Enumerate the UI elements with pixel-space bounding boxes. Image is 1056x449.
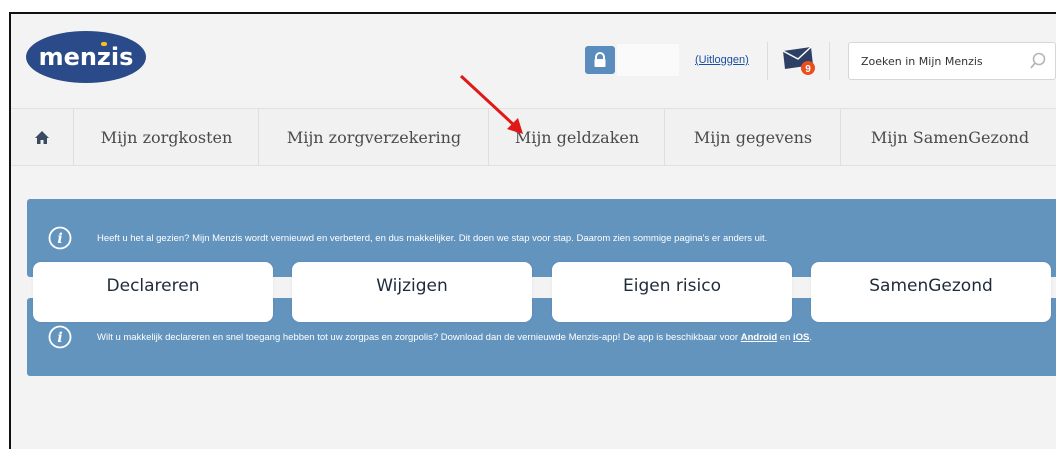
lock-icon — [594, 52, 606, 67]
logout-link[interactable]: (Uitloggen) — [695, 54, 749, 66]
nav-item-zorgkosten[interactable]: Mijn zorgkosten — [73, 109, 259, 165]
nav-item-samengezond[interactable]: Mijn SamenGezond — [840, 109, 1056, 165]
card-samengezond[interactable]: SamenGezond — [811, 262, 1051, 322]
svg-text:i: i — [57, 231, 62, 247]
notice-text: Heeft u het al gezien? Mijn Menzis wordt… — [97, 233, 768, 244]
search-icon[interactable] — [1029, 52, 1047, 70]
main-nav: Mijn zorgkosten Mijn zorgverzekering Mij… — [11, 108, 1056, 166]
card-label: Eigen risico — [623, 276, 721, 296]
mail-icon[interactable]: 9 — [781, 45, 817, 75]
mail-badge-count: 9 — [805, 64, 811, 75]
android-link[interactable]: Android — [741, 332, 777, 343]
red-arrow-annotation — [459, 74, 523, 134]
nav-item-zorgverzekering[interactable]: Mijn zorgverzekering — [258, 109, 489, 165]
menzis-logo[interactable]: menzis — [25, 29, 147, 85]
card-eigen-risico[interactable]: Eigen risico — [552, 262, 792, 322]
username-display — [617, 44, 679, 76]
notice-text-before: Wilt u makkelijk declareren en snel toeg… — [97, 332, 741, 343]
info-icon: i — [48, 226, 72, 250]
divider — [767, 42, 768, 80]
top-header: menzis (Uitloggen) 9 Zoeken in Mijn Menz… — [11, 14, 1056, 108]
svg-text:menzis: menzis — [39, 43, 134, 71]
card-declareren[interactable]: Declareren — [33, 262, 273, 322]
info-icon: i — [48, 325, 72, 349]
nav-item-gegevens[interactable]: Mijn gegevens — [664, 109, 841, 165]
lock-button[interactable] — [585, 46, 615, 74]
ios-link[interactable]: iOS — [793, 332, 809, 343]
card-wijzigen[interactable]: Wijzigen — [292, 262, 532, 322]
notice-text-after: . — [809, 332, 813, 343]
card-label: Declareren — [106, 276, 200, 296]
search-input[interactable]: Zoeken in Mijn Menzis — [848, 42, 1056, 80]
card-label: Wijzigen — [376, 276, 448, 296]
divider — [829, 42, 830, 80]
notice-text-middle: en — [777, 332, 794, 343]
browser-frame: menzis (Uitloggen) 9 Zoeken in Mijn Menz… — [9, 12, 1056, 449]
home-icon — [35, 130, 49, 144]
card-label: SamenGezond — [869, 276, 993, 296]
search-placeholder: Zoeken in Mijn Menzis — [861, 55, 983, 68]
notice-text: Wilt u makkelijk declareren en snel toeg… — [97, 332, 812, 343]
nav-home[interactable] — [11, 109, 73, 165]
svg-text:i: i — [57, 330, 62, 346]
